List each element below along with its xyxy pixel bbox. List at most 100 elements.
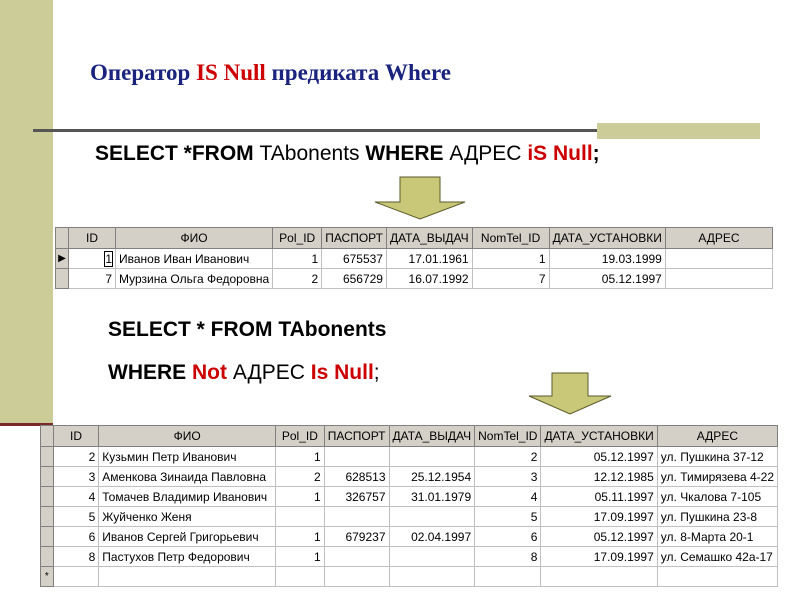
cell-data-vydach[interactable]: 17.01.1961 [385, 248, 473, 269]
cell-data-vydach[interactable]: 02.04.1997 [388, 526, 476, 547]
cell-id[interactable]: 6 [52, 526, 100, 547]
column-header[interactable]: ДАТА_ВЫДАЧ [385, 227, 473, 249]
column-header[interactable]: ПАСПОРТ [323, 425, 390, 447]
table-row[interactable]: 8 Пастухов Петр Федорович 1 8 17.09.1997… [40, 546, 779, 567]
cell-id[interactable]: 4 [52, 486, 100, 507]
cell-nomtel[interactable]: 2 [474, 446, 542, 467]
cell-pasport[interactable]: 628513 [323, 466, 390, 487]
cell-data-vydach[interactable]: 25.12.1954 [388, 466, 476, 487]
cell-pol[interactable]: 1 [275, 486, 325, 507]
cell-adres[interactable]: ул. Пушкина 37-12 [656, 446, 779, 467]
cell-adres[interactable]: ул. Тимирязева 4-22 [656, 466, 779, 487]
cell-pasport[interactable]: 656729 [321, 268, 387, 289]
cell-fio[interactable]: Иванов Сергей Григорьевич [98, 526, 277, 547]
table-row-new[interactable]: * [40, 566, 779, 587]
column-header[interactable]: Pol_ID [272, 227, 323, 249]
cell-pol[interactable]: 2 [272, 268, 323, 289]
cell-pol[interactable]: 1 [275, 446, 325, 467]
cell-pol[interactable]: 1 [275, 546, 325, 567]
cell-fio[interactable]: Кузьмин Петр Иванович [98, 446, 277, 467]
table-row[interactable]: 6 Иванов Сергей Григорьевич 1 679237 02.… [40, 526, 779, 547]
column-header[interactable]: АДРЕС [656, 425, 779, 447]
cell-data-ustanovki[interactable]: 05.12.1997 [548, 268, 666, 289]
current-row-indicator-icon[interactable]: ▶ [55, 248, 69, 269]
row-selector[interactable] [40, 506, 54, 527]
cell-nomtel[interactable]: 3 [474, 466, 542, 487]
cell-pasport[interactable]: 326757 [323, 486, 390, 507]
cell-adres[interactable]: ул. Чкалова 7-105 [656, 486, 779, 507]
column-header[interactable]: ID [52, 425, 100, 447]
column-header[interactable]: Pol_ID [275, 425, 325, 447]
cell-data-vydach[interactable]: 31.01.1979 [388, 486, 476, 507]
row-selector[interactable] [40, 546, 54, 567]
cell-data-ustanovki[interactable]: 05.12.1997 [540, 526, 658, 547]
cell-data-ustanovki[interactable]: 17.09.1997 [540, 506, 658, 527]
cell-fio[interactable]: Пастухов Петр Федорович [98, 546, 277, 567]
cell-pasport[interactable] [323, 506, 390, 527]
cell-fio[interactable]: Мурзина Ольга Федоровна [114, 268, 274, 289]
row-selector[interactable] [40, 486, 54, 507]
cell-id[interactable]: 2 [52, 446, 100, 467]
table-row[interactable]: 5 Жуйченко Женя 5 17.09.1997 ул. Пушкина… [40, 506, 779, 527]
cell-adres[interactable]: ул. 8-Марта 20-1 [656, 526, 779, 547]
cell-nomtel[interactable]: 6 [474, 526, 542, 547]
column-header[interactable]: ДАТА_УСТАНОВКИ [548, 227, 666, 249]
table-row[interactable]: 7 Мурзина Ольга Федоровна 2 656729 16.07… [55, 268, 774, 289]
column-header[interactable]: ID [68, 227, 116, 249]
title-divider-accent [597, 123, 760, 139]
cell-adres[interactable]: ул. Семашко 42а-17 [656, 546, 779, 567]
cell-data-vydach[interactable] [388, 446, 476, 467]
cell-pol[interactable] [275, 506, 325, 527]
cell-data-vydach[interactable] [388, 506, 476, 527]
cell-pol[interactable]: 2 [275, 466, 325, 487]
cell-pol[interactable]: 1 [272, 248, 323, 269]
cell-nomtel[interactable]: 5 [474, 506, 542, 527]
column-header[interactable]: ДАТА_ВЫДАЧ [388, 425, 476, 447]
cell-id[interactable]: 8 [52, 546, 100, 567]
cell-data-vydach[interactable]: 16.07.1992 [385, 268, 473, 289]
cell-data-ustanovki[interactable]: 12.12.1985 [540, 466, 658, 487]
cell-fio[interactable]: Томачев Владимир Иванович [98, 486, 277, 507]
cell-pasport[interactable] [323, 446, 390, 467]
cell-adres[interactable]: ул. Пушкина 23-8 [656, 506, 779, 527]
cell-pol[interactable]: 1 [275, 526, 325, 547]
column-header[interactable]: ПАСПОРТ [321, 227, 387, 249]
cell-id[interactable]: 7 [68, 268, 116, 289]
column-header[interactable]: NomTel_ID [471, 227, 550, 249]
cell-id[interactable]: 1 [104, 250, 113, 267]
cell-data-ustanovki[interactable]: 17.09.1997 [540, 546, 658, 567]
table-row[interactable]: ▶ 1 Иванов Иван Иванович 1 675537 17.01.… [55, 248, 774, 269]
cell-id[interactable]: 3 [52, 466, 100, 487]
column-header[interactable]: NomTel_ID [474, 425, 542, 447]
cell-pasport[interactable] [323, 546, 390, 567]
cell-nomtel[interactable]: 8 [474, 546, 542, 567]
column-header[interactable]: ФИО [114, 227, 274, 249]
column-header[interactable]: ФИО [98, 425, 277, 447]
table-row[interactable]: 2 Кузьмин Петр Иванович 1 2 05.12.1997 у… [40, 446, 779, 467]
row-selector[interactable] [55, 268, 69, 289]
arrow-down-icon [528, 372, 612, 415]
cell-id[interactable]: 5 [52, 506, 100, 527]
cell-adres[interactable] [664, 248, 774, 269]
cell-nomtel[interactable]: 7 [471, 268, 550, 289]
cell-data-ustanovki[interactable]: 19.03.1999 [548, 248, 666, 269]
table-row[interactable]: 3 Аменкова Зинаида Павловна 2 628513 25.… [40, 466, 779, 487]
cell-data-ustanovki[interactable]: 05.11.1997 [540, 486, 658, 507]
row-selector[interactable] [40, 526, 54, 547]
cell-adres[interactable] [664, 268, 774, 289]
cell-nomtel[interactable]: 1 [471, 248, 550, 269]
cell-data-ustanovki[interactable]: 05.12.1997 [540, 446, 658, 467]
cell-fio[interactable]: Жуйченко Женя [98, 506, 277, 527]
cell-data-vydach[interactable] [388, 546, 476, 567]
cell-fio[interactable]: Иванов Иван Иванович [114, 248, 274, 269]
cell-pasport[interactable]: 675537 [321, 248, 387, 269]
new-record-icon[interactable]: * [40, 566, 54, 587]
row-selector[interactable] [40, 446, 54, 467]
table-row[interactable]: 4 Томачев Владимир Иванович 1 326757 31.… [40, 486, 779, 507]
column-header[interactable]: АДРЕС [664, 227, 774, 249]
cell-nomtel[interactable]: 4 [474, 486, 542, 507]
cell-fio[interactable]: Аменкова Зинаида Павловна [98, 466, 277, 487]
row-selector[interactable] [40, 466, 54, 487]
cell-pasport[interactable]: 679237 [323, 526, 390, 547]
column-header[interactable]: ДАТА_УСТАНОВКИ [540, 425, 658, 447]
